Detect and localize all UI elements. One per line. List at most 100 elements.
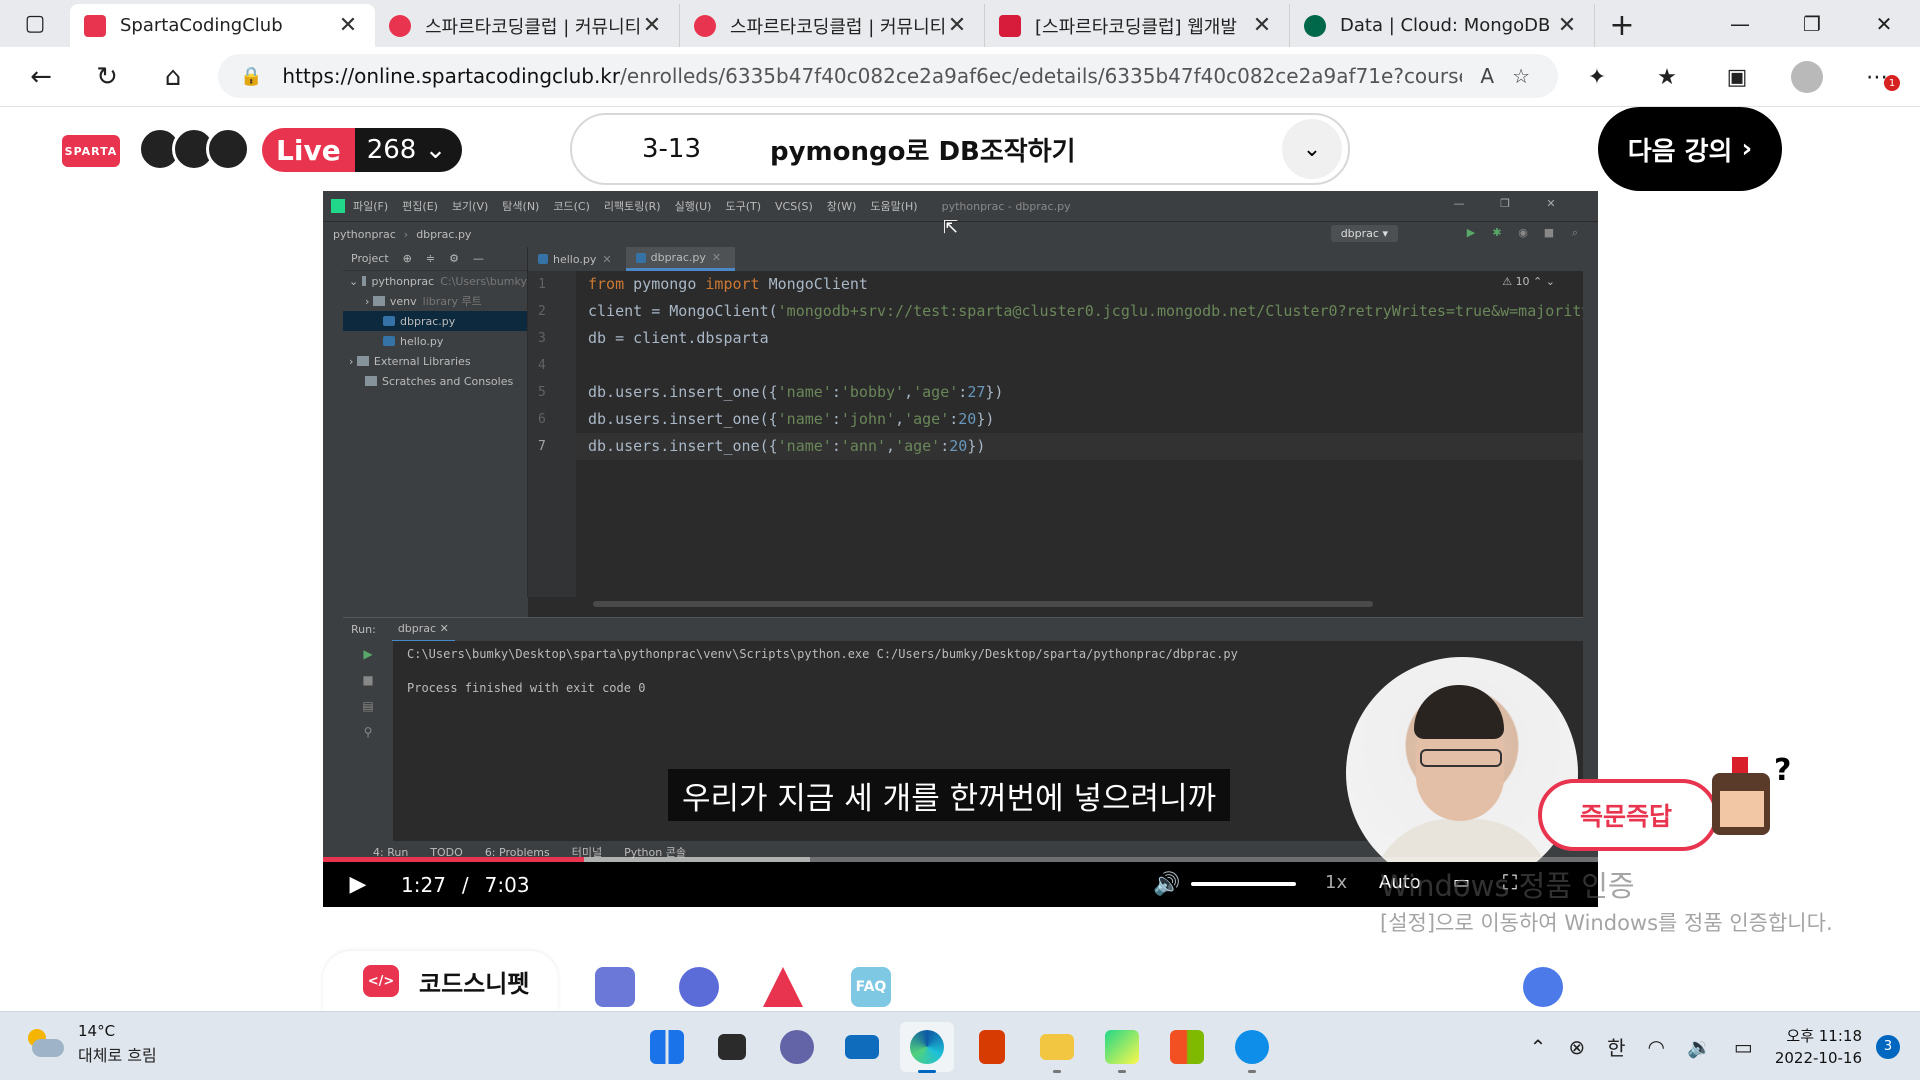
lecture-selector[interactable]: 3-13 pymongo로 DB조작하기 ⌄ xyxy=(570,113,1350,185)
teams-glyph xyxy=(780,1030,814,1064)
scratches-icon xyxy=(365,376,377,386)
browser-tab-3[interactable]: [스파르타코딩클럽] 웹개발 ✕ xyxy=(985,4,1290,47)
volume-icon[interactable]: 🔊 xyxy=(1153,872,1180,897)
close-tab-icon[interactable]: ✕ xyxy=(1554,13,1580,38)
weather-widget[interactable]: 14°C 대체로 흐림 xyxy=(24,1022,157,1066)
chevron-up-icon[interactable]: ⌃ xyxy=(1530,1035,1547,1059)
lecture-tools-bar: </> 코드스니펫 FAQ xyxy=(323,951,1598,1011)
weather-temperature: 14°C xyxy=(78,1022,116,1040)
sparta-heart-favicon-icon xyxy=(389,14,411,37)
code-snippet-tab[interactable]: </> 코드스니펫 xyxy=(323,951,558,1011)
video-player[interactable]: 파일(F) 편집(E) 보기(V) 탐색(N) 코드(C) 리팩토링(R) 실행… xyxy=(323,191,1598,907)
refresh-icon[interactable]: ↻ xyxy=(74,47,140,107)
tree-item: ⌄ pythonprac C:\Users\bumky xyxy=(343,271,527,291)
tab-title: [스파르타코딩클럽] 웹개발 xyxy=(1035,16,1237,38)
system-tray: ⌃ ⊗ 한 ◠ 🔉 ▭ 오후 11:18 2022-10-16 3 xyxy=(1530,1012,1920,1081)
chat-icon[interactable] xyxy=(679,967,719,1007)
add-favorite-icon[interactable]: ☆ xyxy=(1512,64,1530,88)
extensions-icon[interactable]: ✦ xyxy=(1562,47,1632,107)
speaker-icon[interactable]: 🔉 xyxy=(1687,1035,1712,1059)
wifi-icon[interactable]: ◠ xyxy=(1648,1035,1665,1059)
chevron-down-icon[interactable]: ⌄ xyxy=(1282,119,1342,179)
sparta-logo[interactable]: SPARTA xyxy=(62,135,120,167)
running-indicator xyxy=(1118,1070,1126,1073)
volume-slider[interactable] xyxy=(1191,882,1296,886)
sparta-favicon-icon xyxy=(84,14,106,37)
browser-tab-4[interactable]: Data | Cloud: MongoDB Cloud ✕ xyxy=(1290,4,1595,47)
task-view-icon[interactable] xyxy=(705,1022,759,1072)
close-tab-icon[interactable]: ✕ xyxy=(944,13,970,38)
edge-glyph xyxy=(910,1030,944,1064)
weather-text: 14°C 대체로 흐림 xyxy=(78,1022,157,1066)
browser-tab-2[interactable]: 스파르타코딩클럽 | 커뮤니티 ✕ xyxy=(680,4,985,47)
url-text[interactable]: https://online.spartacodingclub.kr/enrol… xyxy=(282,64,1462,88)
warning-icon[interactable] xyxy=(763,967,803,1007)
faq-icon[interactable]: FAQ xyxy=(851,967,891,1007)
editor-tab-label: dbprac.py xyxy=(650,251,706,264)
folder-icon xyxy=(372,296,385,306)
url-field[interactable]: 🔒 https://online.spartacodingclub.kr/enr… xyxy=(218,54,1558,98)
next-lecture-button[interactable]: 다음 강의 › xyxy=(1598,107,1782,191)
edge-browser-icon[interactable] xyxy=(900,1022,954,1073)
office-icon[interactable] xyxy=(965,1022,1019,1072)
line-number: 6 xyxy=(538,412,546,427)
line-number: 5 xyxy=(538,385,546,400)
minimize-icon[interactable]: — xyxy=(1704,0,1776,47)
battery-icon[interactable]: ▭ xyxy=(1734,1035,1753,1059)
pycharm-icon[interactable] xyxy=(1095,1022,1149,1073)
line-number: 7 xyxy=(538,439,546,454)
start-icon[interactable] xyxy=(640,1022,694,1072)
close-circle-icon[interactable]: ⊗ xyxy=(1568,1035,1585,1059)
close-tab-icon[interactable]: ✕ xyxy=(639,13,665,38)
teams-chat-icon[interactable] xyxy=(770,1022,824,1072)
mail-glyph xyxy=(845,1035,879,1059)
picture-in-picture-icon[interactable]: ⇱ xyxy=(943,217,971,239)
home-icon[interactable]: ⌂ xyxy=(140,47,206,107)
notification-count-badge[interactable]: 3 xyxy=(1876,1034,1900,1059)
close-window-icon[interactable]: ✕ xyxy=(1848,0,1920,47)
favorites-icon[interactable]: ★ xyxy=(1632,47,1702,107)
url-path: /enrolleds/6335b47f40c082ce2a9af6ec/edet… xyxy=(620,64,1463,88)
tree-item-path: C:\Users\bumky xyxy=(440,274,527,288)
collections-icon[interactable]: ▣ xyxy=(1702,47,1772,107)
browser-tab-1[interactable]: 스파르타코딩클럽 | 커뮤니티 ✕ xyxy=(375,4,680,47)
address-bar: ← ↻ ⌂ 🔒 https://online.spartacodingclub.… xyxy=(0,47,1920,107)
ide-project-panel-footer xyxy=(343,597,528,617)
tab-actions-icon[interactable]: ▢ xyxy=(0,0,70,47)
run-panel-header: Run: dbprac ✕ xyxy=(343,617,1583,642)
clock[interactable]: 오후 11:18 2022-10-16 xyxy=(1775,1025,1862,1069)
play-icon[interactable]: ▶ xyxy=(323,872,393,897)
code-line: db.users.insert_one({'name':'bobby','age… xyxy=(588,383,1004,401)
tree-item: › External Libraries xyxy=(343,351,527,371)
playback-speed[interactable]: 1x xyxy=(1325,872,1347,893)
ime-indicator[interactable]: 한 xyxy=(1607,1032,1625,1061)
live-viewers-button[interactable]: Live 268 ⌄ xyxy=(262,128,463,172)
new-tab-button[interactable]: + xyxy=(1595,4,1649,47)
browser-tab-0[interactable]: SpartaCodingClub ✕ xyxy=(70,4,375,47)
profile-button[interactable] xyxy=(1772,47,1842,107)
ide-window-controls: — ❐ ✕ xyxy=(1436,197,1574,210)
start-glyph xyxy=(650,1030,684,1064)
file-explorer-icon[interactable] xyxy=(1030,1022,1084,1073)
checklist-icon[interactable] xyxy=(595,967,635,1007)
close-tab-icon[interactable]: ✕ xyxy=(335,13,361,38)
layout-icon: ▤ xyxy=(362,699,374,713)
mail-icon[interactable] xyxy=(835,1022,889,1072)
sparta-mascot-icon[interactable]: ? xyxy=(1702,753,1791,857)
ide-editor-tabs: hello.py ✕ dbprac.py ✕ xyxy=(528,247,1583,271)
quick-answer-button[interactable]: 즉문즉답 xyxy=(1538,779,1718,851)
instructor-webcam xyxy=(1346,657,1578,889)
read-aloud-icon[interactable]: A xyxy=(1480,64,1494,88)
back-icon[interactable]: ← xyxy=(8,47,74,107)
settings-more-icon[interactable]: ⋯ 1 xyxy=(1842,47,1912,107)
settings-gear-icon[interactable] xyxy=(1523,967,1563,1007)
teamviewer-icon[interactable] xyxy=(1225,1022,1279,1073)
ide-menu-item: 창(W) xyxy=(826,200,857,213)
restore-icon[interactable]: ❐ xyxy=(1776,0,1848,47)
close-icon: ✕ xyxy=(602,252,612,266)
editor-scrollbar xyxy=(593,597,1583,611)
lock-icon[interactable]: 🔒 xyxy=(240,66,262,87)
lecture-title: pymongo로 DB조작하기 xyxy=(770,136,1076,167)
microsoft-store-icon[interactable] xyxy=(1160,1022,1214,1072)
close-tab-icon[interactable]: ✕ xyxy=(1249,13,1275,38)
